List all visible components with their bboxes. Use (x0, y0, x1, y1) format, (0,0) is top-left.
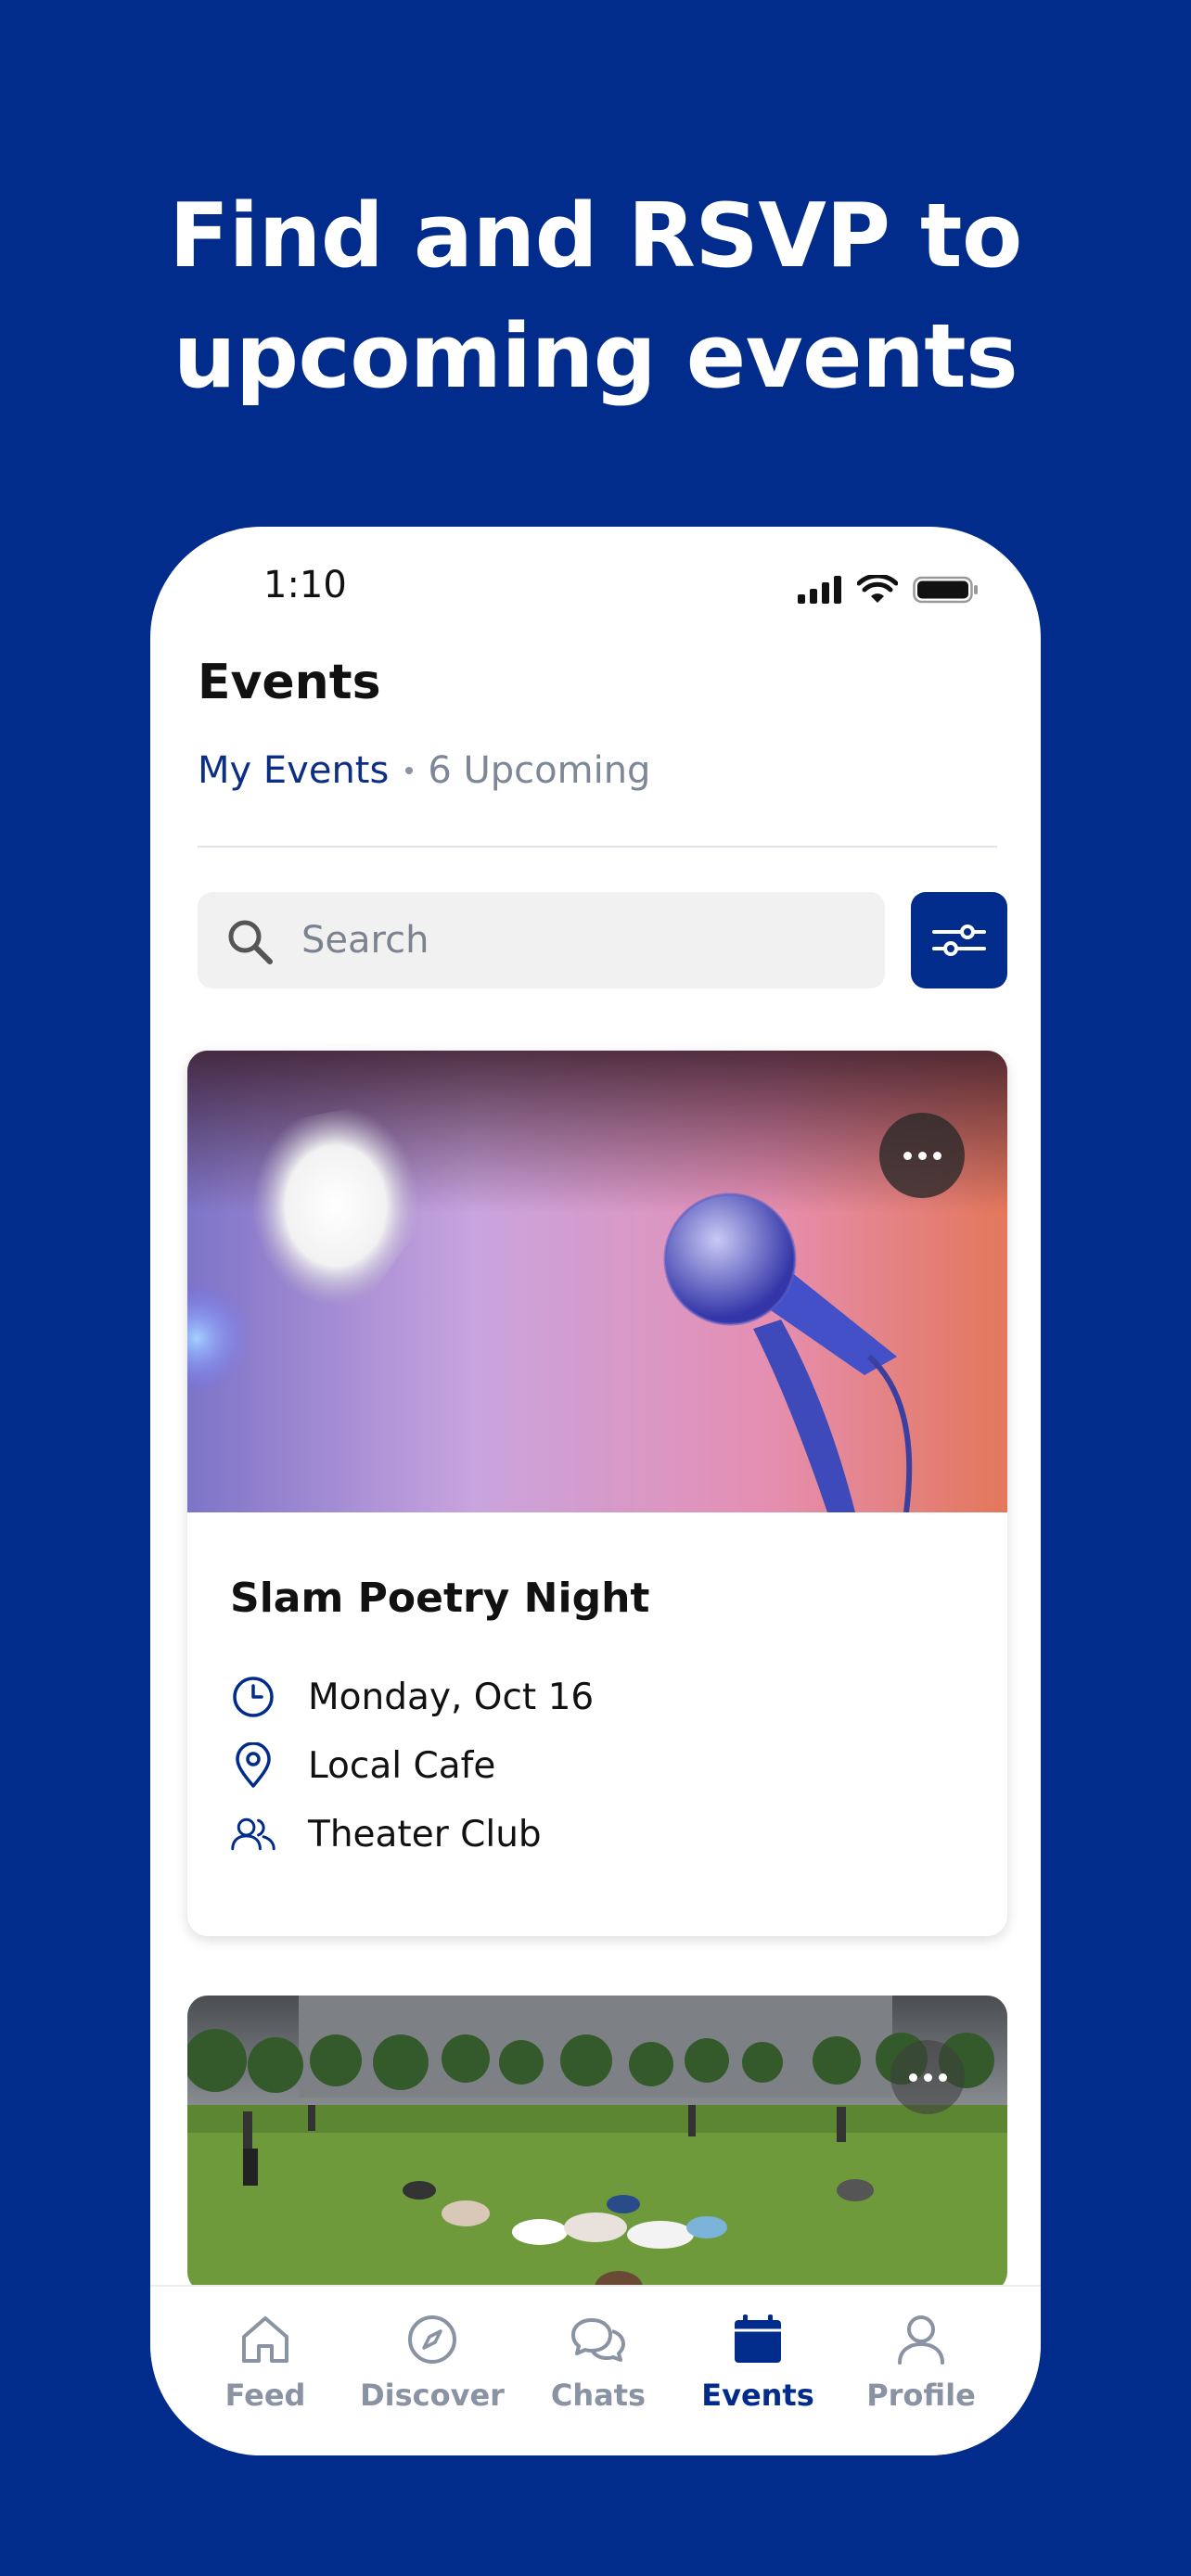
chat-bubbles-icon (571, 2318, 625, 2362)
headline-line-1: Find and RSVP to (169, 185, 1022, 287)
tab-label: Feed (224, 2378, 306, 2413)
event-image-microphone (187, 1051, 1007, 1512)
tab-events[interactable]: Events (679, 2313, 837, 2413)
status-time: 1:10 (263, 564, 347, 606)
tab-label: Chats (550, 2378, 647, 2413)
event-group: Theater Club (308, 1813, 542, 1855)
tab-label: Profile (866, 2378, 976, 2413)
tab-profile[interactable]: Profile (842, 2313, 1000, 2413)
wifi-icon (857, 575, 898, 603)
phone-screen: 1:10 Events My Events 6 Upcoming Search … (150, 527, 1041, 2455)
status-icons (798, 575, 980, 605)
clock-icon (230, 1674, 276, 1720)
divider (198, 846, 997, 848)
event-card[interactable] (187, 1996, 1007, 2292)
event-location-row: Local Cafe (230, 1742, 495, 1789)
dot-icon (917, 1151, 927, 1160)
park-photo (187, 1996, 1007, 2292)
tab-bar: Feed Discover Chats Events Profile (150, 2285, 1041, 2455)
filter-button[interactable] (911, 892, 1007, 988)
headline: Find and RSVP to upcoming events (0, 176, 1191, 417)
upcoming-count[interactable]: 6 Upcoming (428, 749, 650, 792)
sliders-icon (932, 925, 986, 956)
dot-icon (923, 2072, 932, 2082)
people-icon (230, 1811, 276, 1857)
compass-icon (408, 2315, 456, 2364)
calendar-icon (735, 2315, 781, 2363)
battery-icon (913, 576, 978, 604)
event-card[interactable]: Slam Poetry Night Monday, Oct 16 Local C… (187, 1051, 1007, 1936)
event-date-row: Monday, Oct 16 (230, 1674, 594, 1720)
separator-dot (405, 767, 414, 774)
event-date: Monday, Oct 16 (308, 1676, 595, 1718)
event-group-row: Theater Club (230, 1811, 542, 1857)
dot-icon (908, 2072, 917, 2082)
page-title: Events (198, 655, 381, 710)
headline-line-2: upcoming events (173, 306, 1018, 408)
dot-icon (938, 2072, 947, 2082)
tab-label: Discover (360, 2378, 505, 2413)
subnav: My Events 6 Upcoming (198, 749, 650, 792)
home-icon (242, 2316, 288, 2363)
event-location: Local Cafe (308, 1744, 496, 1787)
my-events-link[interactable]: My Events (198, 749, 389, 792)
tab-label: Events (701, 2378, 814, 2413)
status-bar: 1:10 (150, 527, 1041, 657)
microphone-photo (187, 1051, 1007, 1512)
event-title: Slam Poetry Night (230, 1575, 650, 1622)
search-box[interactable] (198, 892, 885, 988)
search-input[interactable] (301, 911, 858, 970)
tab-discover[interactable]: Discover (353, 2313, 511, 2413)
search-icon (228, 920, 273, 964)
cellular-signal-icon (798, 576, 841, 604)
more-options-button[interactable] (879, 1113, 965, 1198)
person-icon (898, 2315, 944, 2365)
dot-icon (903, 1151, 912, 1160)
tab-feed[interactable]: Feed (186, 2313, 344, 2413)
dot-icon (932, 1151, 941, 1160)
map-pin-icon (230, 1742, 276, 1789)
tab-chats[interactable]: Chats (519, 2313, 677, 2413)
more-options-button[interactable] (890, 2040, 965, 2114)
